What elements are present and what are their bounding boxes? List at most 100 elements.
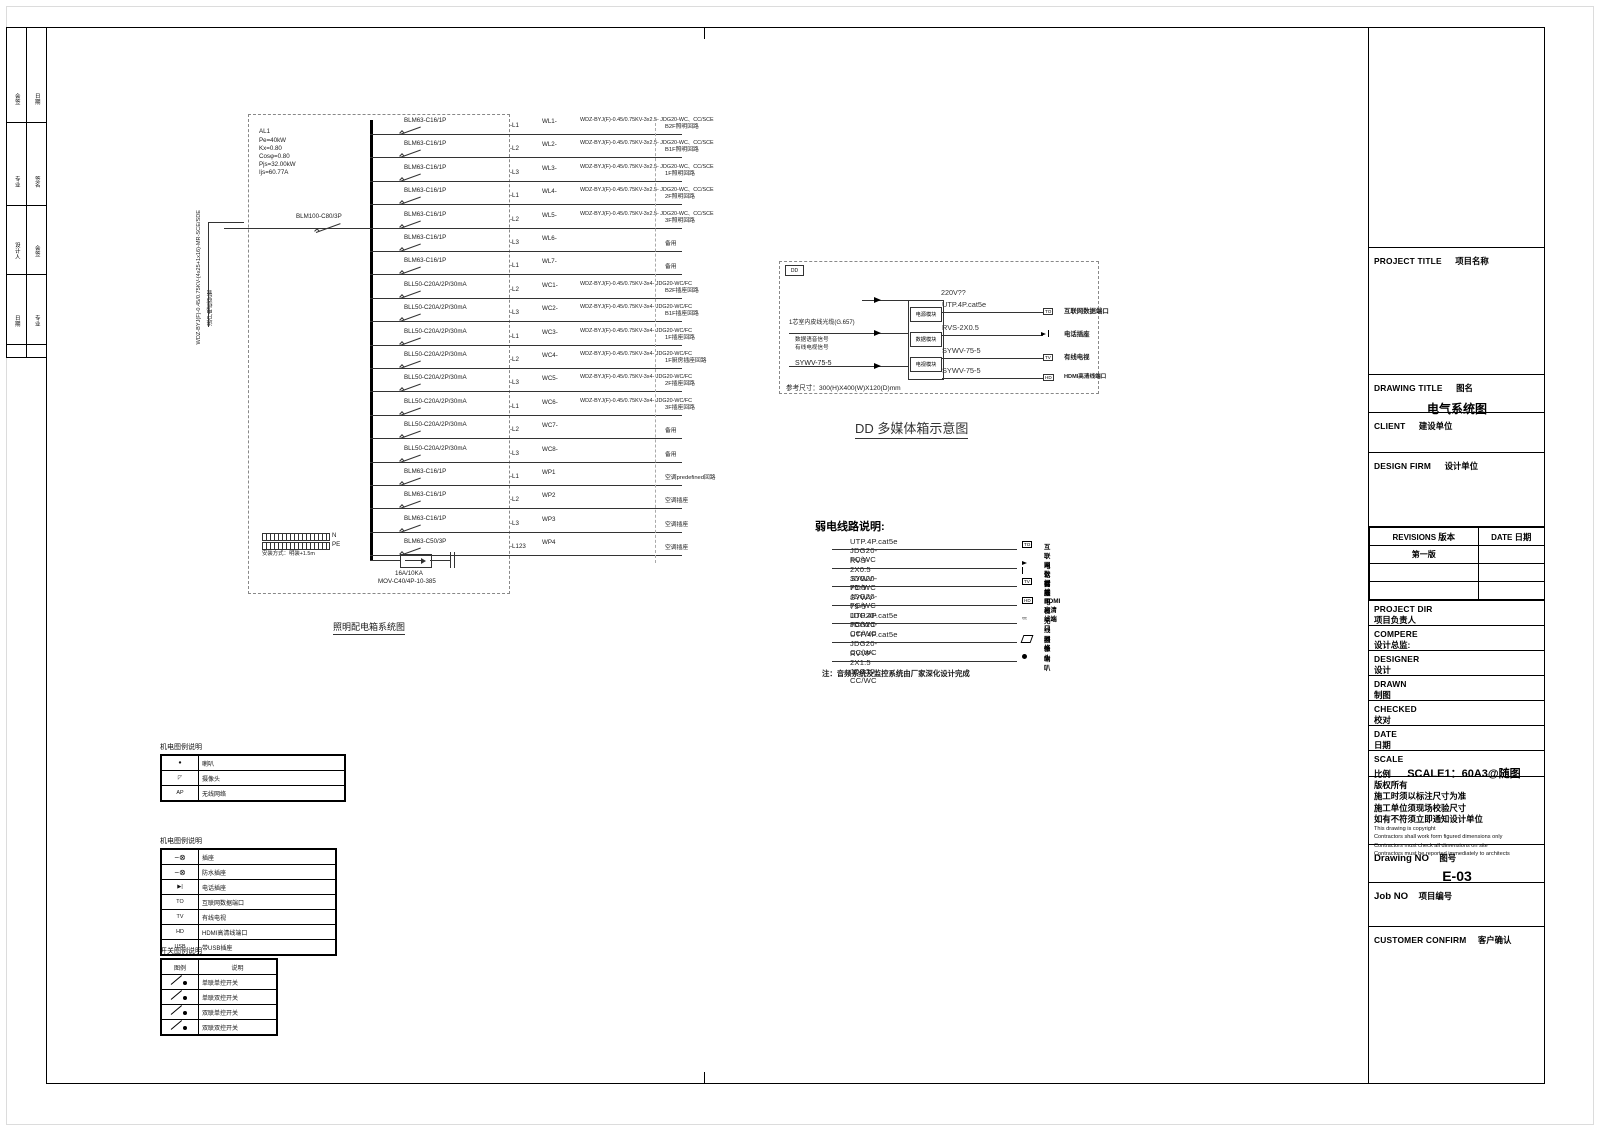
- circuit-use-label: 空调插座: [665, 545, 689, 552]
- dd-signal-label-1: 数据语音信号: [795, 337, 829, 343]
- circuit-device-label: BLM63-C50/3P: [404, 538, 447, 546]
- circuit-column-divider: [655, 118, 656, 563]
- tb-role-row[interactable]: DRAWN 制图: [1369, 676, 1545, 701]
- incoming-feeder-label: WDZ-BYJ(F)-0.45/0.75KV-(4x25+1x16)-MR-SC…: [196, 210, 203, 349]
- tb-design-firm-en: DESIGN FIRM: [1374, 461, 1432, 471]
- circuit-phase-label: -L2: [510, 285, 519, 293]
- circuit-id-label: WC4-: [542, 352, 558, 359]
- legend-row: ◸ 摄像头: [161, 770, 345, 786]
- circuit-row: BLM63-C16/1P -L3 WL3- WDZ-BYJ(F)-0.45/0.75K…: [370, 163, 714, 187]
- tb-role-row[interactable]: DATE 日期: [1369, 726, 1545, 751]
- signoff-label: 会签: [13, 92, 20, 105]
- weak-current-cable: RVVP-2X1.5 JDG20-CC/WC: [850, 648, 878, 685]
- tb-client-cn: 建设单位: [1418, 421, 1453, 431]
- legend-label: 双联双控开关: [198, 1019, 277, 1035]
- circuit-device-label: BLL50-C20A/2P/30mA: [404, 327, 467, 335]
- tb-project-title-cn: 项目名称: [1455, 256, 1489, 266]
- tb-role-row[interactable]: CHECKED 校对: [1369, 701, 1545, 726]
- circuit-id-label: WP1: [542, 469, 556, 476]
- circuit-device-label: BLM63-C16/1P: [404, 163, 447, 171]
- tb-revision-value[interactable]: [1369, 563, 1479, 582]
- signoff-cell: 日期: [26, 75, 46, 123]
- circuit-cable-label: WDZ-BYJ(F)-0.45/0.75KV-3x2.5- JDG20-WC、C…: [580, 187, 714, 194]
- circuit-use-label: 备用: [665, 264, 677, 271]
- tb-revision-date[interactable]: [1477, 563, 1545, 582]
- title-block: PROJECT TITLE 项目名称 DRAWING TITLE 图名 电气系统…: [1368, 27, 1545, 1084]
- legend-label: 无线网络: [198, 785, 345, 801]
- incoming-note-label: 进户电缆穿管: [208, 290, 216, 331]
- signoff-label: 专业: [33, 314, 40, 327]
- circuit-breaker-symbol: [400, 265, 422, 275]
- circuit-row: BLM63-C16/1P -L1 WL7-: [370, 257, 690, 280]
- circuit-cable-label: WDZ-BYJ(F)-0.45/0.75KV-3x4- JDG20-WC/FC: [580, 327, 693, 334]
- weak-current-symbol: [1020, 635, 1034, 645]
- circuit-breaker-symbol: [400, 453, 422, 463]
- dd-signal-cable: SYWV-75-5: [795, 360, 832, 367]
- circuit-phase-label: -L1: [510, 402, 519, 410]
- circuit-breaker-symbol: [400, 312, 422, 322]
- tb-revision-value[interactable]: [1369, 581, 1479, 600]
- tb-scale: SCALE 比例 SCALE1：60A3@随图: [1369, 751, 1545, 780]
- main-breaker-label: BLM100-C80/3P: [296, 213, 342, 220]
- tb-revision-date[interactable]: [1477, 581, 1545, 600]
- tb-revisions-date-label: DATE 日期: [1477, 527, 1545, 546]
- dd-signal-label-2: 有线电视信号: [795, 345, 829, 351]
- tb-revision-row[interactable]: [1369, 563, 1545, 582]
- circuit-device-label: BLL50-C20A/2P/30mA: [404, 421, 467, 429]
- tb-drawing-title-cn: 图名: [1456, 383, 1473, 393]
- circuit-row: BLM63-C16/1P -L1 WL1- WDZ-BYJ(F)-0.45/0.75K…: [370, 117, 714, 140]
- tb-customer-confirm-cn: 客户确认: [1477, 935, 1512, 945]
- tb-revisions-header: REVISIONS 版本 DATE 日期: [1369, 527, 1545, 546]
- weak-current-symbol: TV: [1022, 578, 1032, 586]
- tb-role-en: PROJECT DIR: [1374, 604, 1433, 614]
- circuit-phase-label: -L3: [510, 239, 519, 246]
- legend-row: −⊗ 防水插座: [161, 864, 336, 880]
- circuit-phase-label: -L3: [510, 168, 519, 176]
- tb-role-row[interactable]: PROJECT DIR 项目负责人: [1369, 601, 1545, 626]
- legend-row: ▶| 电话插座: [161, 879, 336, 895]
- incoming-note-text: 进户电缆穿管: [208, 290, 214, 326]
- circuit-phase-label: -L123: [510, 543, 526, 551]
- tb-revision-value[interactable]: 第一版: [1369, 545, 1479, 564]
- tb-design-firm-cn: 设计单位: [1444, 461, 1479, 471]
- dd-module-tv: 电视模块: [910, 357, 942, 372]
- dd-module-data: 数据模块: [910, 332, 942, 347]
- circuit-use-label: 2F插座回路: [665, 381, 695, 388]
- tb-role-row[interactable]: COMPERE 设计总监:: [1369, 626, 1545, 651]
- circuit-breaker-symbol: [400, 148, 422, 158]
- tb-revision-row[interactable]: [1369, 581, 1545, 600]
- circuit-breaker-symbol: [400, 242, 422, 252]
- tb-revision-date[interactable]: [1477, 545, 1545, 564]
- circuit-phase-label: -L1: [510, 332, 519, 340]
- signoff-cell: 专业: [26, 297, 46, 345]
- circuit-use-label: B2F照明回路: [665, 124, 699, 130]
- tb-role-en: DATE: [1374, 729, 1397, 739]
- circuit-row: BLL50-C20A/2P/30mA -L3 WC5- WDZ-BYJ(F)-0.45…: [370, 374, 692, 397]
- circuit-use-label: 1F插座回路: [665, 334, 695, 341]
- tb-design-firm: DESIGN FIRM 设计单位: [1369, 453, 1545, 527]
- circuit-use-label: 空调predefined回路: [665, 475, 716, 481]
- circuit-id-label: WC2-: [542, 305, 558, 313]
- panel-tag: AL1: [259, 128, 271, 135]
- tb-role-cn: 校对: [1374, 715, 1391, 725]
- circuit-phase-label: -L3: [510, 379, 519, 387]
- dd-output-symbol: HD: [1043, 374, 1054, 381]
- tb-role-row[interactable]: DESIGNER 设计: [1369, 651, 1545, 676]
- legend-label: 摄像头: [198, 770, 345, 786]
- tb-revision-row[interactable]: 第一版: [1369, 545, 1545, 564]
- tb-job-no-en: Job NO: [1374, 891, 1409, 902]
- weak-current-line: [832, 623, 1017, 625]
- spd-ground-1: [450, 552, 451, 568]
- dd-module-power: 电源模块: [910, 307, 942, 322]
- tb-drawing-no-en: Drawing NO: [1374, 853, 1429, 864]
- circuit-cable-label: WDZ-BYJ(F)-0.45/0.75KV-3x2.5- JDG20-WC、C…: [580, 210, 714, 217]
- circuit-breaker-symbol: [400, 172, 422, 182]
- weak-current-symbol: HD: [1022, 596, 1033, 604]
- circuit-row: BLL50-C20A/2P/30mA -L1 WC6- WDZ-BYJ(F)-0.45…: [370, 397, 693, 421]
- legend-row: AP 无线网络: [161, 785, 345, 801]
- circuit-cable-label: WDZ-BYJ(F)-0.45/0.75KV-3x4- JDG20-WC/FC: [580, 397, 693, 404]
- tb-customer-confirm: CUSTOMER CONFIRM 客户确认: [1369, 927, 1545, 983]
- circuit-device-label: BLM63-C16/1P: [404, 117, 447, 124]
- circuit-phase-label: -L1: [510, 473, 519, 480]
- circuit-row: BLL50-C20A/2P/30mA -L3 WC8-: [370, 445, 690, 468]
